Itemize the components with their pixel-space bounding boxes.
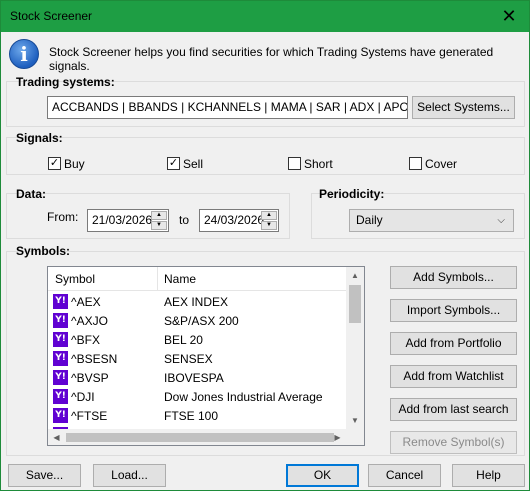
symbol-cell: ^DJI <box>71 390 95 404</box>
from-date-value: 21/03/2026 <box>92 213 153 227</box>
scroll-down-icon[interactable]: ▼ <box>346 412 364 429</box>
table-row[interactable]: Y! ^FTSE FTSE 100 <box>48 406 346 425</box>
scroll-corner <box>346 429 364 445</box>
to-date-value: 24/03/2026 <box>204 213 265 227</box>
to-label: to <box>179 213 190 227</box>
data-label: Data: <box>16 187 47 201</box>
yahoo-icon: Y! <box>53 294 68 309</box>
select-systems-button[interactable]: Select Systems... <box>412 96 515 119</box>
scroll-thumb[interactable] <box>66 433 334 442</box>
symbol-cell: ^AEX <box>71 295 101 309</box>
yahoo-icon: Y! <box>53 313 68 328</box>
remove-symbols-button[interactable]: Remove Symbol(s) <box>390 431 517 454</box>
yahoo-icon: Y! <box>53 408 68 423</box>
list-header: Symbol Name <box>48 267 364 291</box>
yahoo-icon: Y! <box>53 332 68 347</box>
symbol-cell: ^BSESN <box>71 352 118 366</box>
add-symbols-button[interactable]: Add Symbols... <box>390 266 517 289</box>
add-from-last-search-button[interactable]: Add from last search <box>390 398 517 421</box>
cover-checkbox[interactable] <box>409 157 422 170</box>
short-label: Short <box>304 157 333 171</box>
scroll-left-icon[interactable]: ◀ <box>48 429 65 445</box>
periodicity-value: Daily <box>356 213 383 227</box>
window-title: Stock Screener <box>10 9 93 23</box>
name-cell: Dow Jones Industrial Average <box>164 390 323 404</box>
load-button[interactable]: Load... <box>93 464 166 487</box>
info-text: Stock Screener helps you find securities… <box>49 45 494 73</box>
periodicity-label: Periodicity: <box>319 187 385 201</box>
trading-systems-label: Trading systems: <box>16 75 115 89</box>
ok-button[interactable]: OK <box>286 464 359 487</box>
chevron-down-icon: ⌵ <box>497 215 505 226</box>
column-header-symbol[interactable]: Symbol <box>55 272 95 286</box>
yahoo-icon: Y! <box>53 389 68 404</box>
stock-screener-window: Stock Screener ✕ i Stock Screener helps … <box>0 0 530 491</box>
info-icon: i <box>9 39 39 69</box>
symbol-cell: ^FTSE <box>71 409 108 423</box>
table-row[interactable]: Y! ^BFX BEL 20 <box>48 330 346 349</box>
save-button[interactable]: Save... <box>8 464 81 487</box>
symbols-label: Symbols: <box>16 244 71 258</box>
symbol-cell: ^AXJO <box>71 314 108 328</box>
to-date-spinner[interactable]: ▲ ▼ <box>261 211 277 230</box>
yahoo-icon: Y! <box>53 370 68 385</box>
name-cell: IBOVESPA <box>164 371 224 385</box>
spin-up-icon[interactable]: ▲ <box>151 211 167 220</box>
signals-label: Signals: <box>16 131 63 145</box>
name-cell: AEX INDEX <box>164 295 229 309</box>
add-from-portfolio-button[interactable]: Add from Portfolio <box>390 332 517 355</box>
scroll-right-icon[interactable]: ▶ <box>329 429 346 445</box>
table-row[interactable]: Y! ^AXJO S&P/ASX 200 <box>48 311 346 330</box>
help-button[interactable]: Help <box>452 464 525 487</box>
cancel-button[interactable]: Cancel <box>368 464 441 487</box>
from-label: From: <box>47 210 79 224</box>
table-row[interactable]: Y! ^AEX AEX INDEX <box>48 292 346 311</box>
buy-label: Buy <box>64 157 85 171</box>
spin-down-icon[interactable]: ▼ <box>151 221 167 230</box>
symbols-list[interactable]: Symbol Name Y! ^AEX AEX INDEX Y! ^AXJO S&P/A… <box>47 266 365 446</box>
vertical-scrollbar[interactable]: ▲ ▼ <box>346 267 364 429</box>
scroll-up-icon[interactable]: ▲ <box>346 267 364 284</box>
table-row[interactable]: Y! ^BVSP IBOVESPA <box>48 368 346 387</box>
name-cell: SENSEX <box>164 352 213 366</box>
title-bar[interactable]: Stock Screener ✕ <box>1 1 529 32</box>
add-from-watchlist-button[interactable]: Add from Watchlist <box>390 365 517 388</box>
sell-checkbox[interactable]: ✓ <box>167 157 180 170</box>
spin-down-icon[interactable]: ▼ <box>261 221 277 230</box>
info-banner: i Stock Screener helps you find securiti… <box>1 32 529 74</box>
yahoo-icon: Y! <box>53 351 68 366</box>
cover-label: Cover <box>425 157 458 171</box>
import-symbols-button[interactable]: Import Symbols... <box>390 299 517 322</box>
table-row[interactable]: Y! ^BSESN SENSEX <box>48 349 346 368</box>
name-cell: FTSE 100 <box>164 409 219 423</box>
trading-systems-field[interactable]: ACCBANDS | BBANDS | KCHANNELS | MAMA | S… <box>47 96 408 119</box>
symbol-cell: ^BVSP <box>71 371 109 385</box>
column-header-name[interactable]: Name <box>164 272 196 286</box>
from-date-spinner[interactable]: ▲ ▼ <box>151 211 167 230</box>
short-checkbox[interactable] <box>288 157 301 170</box>
table-row[interactable]: Y! ^DJI Dow Jones Industrial Average <box>48 387 346 406</box>
spin-up-icon[interactable]: ▲ <box>261 211 277 220</box>
name-cell: BEL 20 <box>164 333 203 347</box>
column-separator[interactable] <box>157 267 158 291</box>
close-icon[interactable]: ✕ <box>489 1 529 32</box>
symbol-cell: ^BFX <box>71 333 100 347</box>
periodicity-select[interactable]: Daily ⌵ <box>349 209 514 232</box>
horizontal-scrollbar[interactable]: ◀ ▶ <box>48 429 346 445</box>
buy-checkbox[interactable]: ✓ <box>48 157 61 170</box>
name-cell: S&P/ASX 200 <box>164 314 239 328</box>
sell-label: Sell <box>183 157 204 171</box>
scroll-thumb[interactable] <box>349 285 361 323</box>
